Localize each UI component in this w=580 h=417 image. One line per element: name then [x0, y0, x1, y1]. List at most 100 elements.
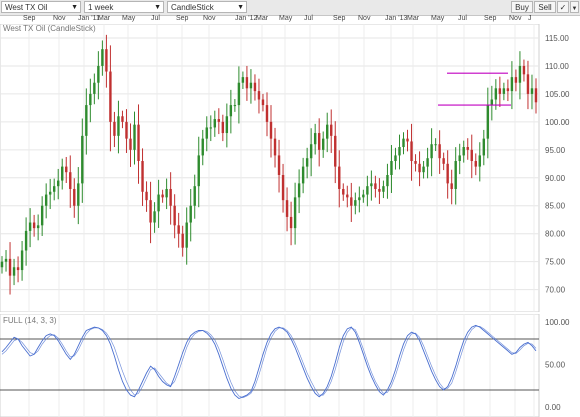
time-axis-label: Jul	[151, 15, 160, 22]
chart-type-select-value: CandleStick	[171, 3, 214, 12]
candle-body	[81, 135, 84, 184]
candle-body	[117, 116, 120, 136]
osc-panel-label: FULL (14, 3, 3)	[3, 316, 57, 325]
candle-body	[410, 141, 413, 162]
candle-body	[370, 183, 373, 187]
candle-body	[434, 144, 437, 146]
candle-body	[490, 99, 494, 106]
candle-body	[526, 74, 530, 94]
time-axis-label: May	[431, 15, 445, 22]
time-axis-label: Nov	[53, 15, 66, 22]
time-axis-label: Jan '11	[78, 15, 100, 22]
time-axis-label: J	[528, 15, 532, 22]
time-axis-label: Mar	[407, 15, 420, 22]
candle-body	[446, 163, 449, 184]
chevron-down-icon: ▼	[237, 4, 244, 11]
candle-body	[177, 225, 180, 234]
candle-body	[201, 138, 204, 156]
candle-body	[157, 194, 160, 212]
candle-body	[330, 124, 333, 136]
candle-body	[342, 188, 345, 195]
candle-body	[233, 105, 237, 107]
candle-body	[482, 138, 486, 156]
candle-body	[137, 124, 140, 162]
price-chart[interactable]: 115.00 110.00 105.00 100.00 95.00 90.00 85.00 8…	[0, 24, 580, 312]
time-axis-label: May	[122, 15, 136, 22]
candle-body	[105, 49, 108, 72]
candle-body	[338, 166, 341, 189]
osc-y-tick-label: 100.00	[545, 318, 570, 327]
time-axis-label: Mar	[98, 15, 111, 22]
candle-body	[281, 174, 285, 201]
candle-body	[97, 65, 100, 83]
candle-body	[109, 71, 112, 122]
candle-body	[173, 205, 176, 226]
time-axis-label: Sep	[333, 15, 346, 22]
candle-body	[189, 205, 192, 223]
candle-body	[193, 186, 196, 206]
chart-toolbar: West TX Oil ▼ 1 week ▼ CandleStick ▼ Buy…	[0, 0, 580, 16]
candle-body	[245, 77, 249, 89]
candle-body	[418, 163, 421, 173]
candle-body	[8, 258, 12, 276]
time-axis-label: Jan '13	[385, 15, 408, 22]
candle-body	[153, 211, 156, 223]
candle-body	[44, 194, 48, 206]
y-tick-label: 95.00	[545, 146, 566, 155]
buy-button[interactable]: Buy	[511, 1, 533, 13]
osc-y-tick-label: 0.00	[545, 403, 561, 412]
y-tick-label: 115.00	[545, 34, 569, 43]
instrument-select[interactable]: West TX Oil ▼	[1, 1, 81, 13]
candle-body	[378, 188, 381, 192]
time-axis-label: Mar	[256, 15, 269, 22]
candle-body	[382, 186, 385, 192]
candle-body	[358, 197, 361, 201]
candle-body	[269, 121, 273, 139]
candle-body	[301, 166, 305, 184]
candle-body	[305, 158, 309, 167]
candle-body	[257, 91, 261, 100]
y-tick-label: 85.00	[545, 202, 566, 211]
candle-body	[133, 124, 136, 150]
candle-body	[321, 138, 325, 150]
toolbar-dropdown-button[interactable]: ▼	[570, 1, 579, 13]
candle-body	[237, 82, 241, 106]
candle-body	[326, 124, 329, 139]
candle-body	[129, 138, 132, 150]
pencil-check-icon[interactable]: ✓	[557, 1, 569, 13]
candle-body	[486, 105, 490, 139]
candle-body	[346, 194, 349, 198]
time-axis-label: Sep	[176, 15, 189, 22]
time-axis-label: Sep	[23, 15, 36, 22]
candle-body	[77, 183, 80, 206]
candle-body	[0, 261, 4, 268]
candle-body	[450, 183, 453, 189]
candle-body	[101, 49, 104, 66]
candle-body	[442, 158, 445, 164]
candle-body	[386, 174, 389, 187]
chart-type-select[interactable]: CandleStick ▼	[167, 1, 247, 13]
candle-body	[498, 88, 502, 94]
candle-body	[518, 65, 522, 83]
osc-y-tick-label: 50.00	[545, 361, 566, 370]
candle-body	[366, 186, 369, 195]
candle-body	[24, 230, 28, 251]
y-tick-label: 105.00	[545, 90, 570, 99]
candle-body	[4, 258, 8, 262]
plot-area	[0, 24, 540, 312]
stochastic-chart[interactable]: 100.00 50.00 0.00 FULL (14, 3, 3)	[0, 314, 580, 417]
candle-body	[394, 155, 397, 162]
time-axis-label: Sep	[484, 15, 497, 22]
candle-body	[273, 138, 277, 156]
chevron-down-icon: ▼	[571, 6, 578, 12]
candle-body	[125, 121, 128, 139]
y-tick-label: 80.00	[545, 230, 566, 239]
y-tick-label: 70.00	[545, 286, 566, 295]
sell-button[interactable]: Sell	[534, 1, 556, 13]
time-axis-label: Nov	[358, 15, 371, 22]
candle-body	[362, 194, 365, 198]
period-select[interactable]: 1 week ▼	[84, 1, 164, 13]
candle-body	[398, 147, 401, 156]
candle-body	[510, 77, 514, 92]
candle-body	[221, 121, 225, 134]
